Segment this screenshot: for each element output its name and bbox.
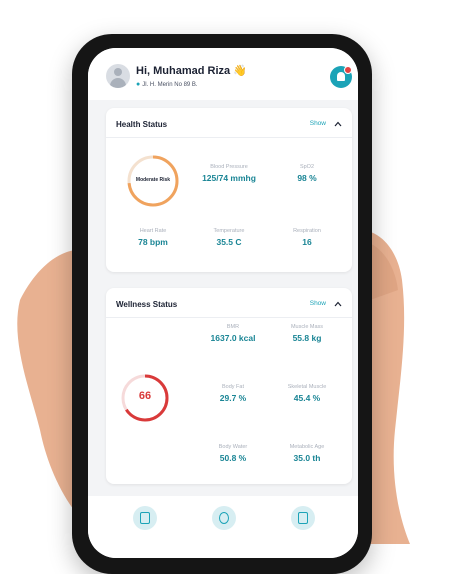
notification-bell-icon[interactable] <box>330 66 352 88</box>
chevron-up-icon[interactable] <box>334 300 342 308</box>
doctor-icon[interactable] <box>212 506 236 530</box>
metric-value: 55.8 kg <box>292 333 322 343</box>
wellness-status-card: Wellness Status Show 66 BMR 1637.0 kcal … <box>106 288 352 484</box>
metric-body-fat: Body Fat 29.7 % <box>198 384 268 403</box>
notification-badge <box>344 66 352 74</box>
wellness-score: 66 <box>138 390 152 402</box>
metric-value: 45.4 % <box>293 393 321 403</box>
metric-label: Skeletal Muscle <box>287 384 327 390</box>
doctor-glyph <box>219 512 229 524</box>
metric-value: 16 <box>302 237 312 247</box>
metric-muscle-mass: Muscle Mass 55.8 kg <box>272 324 342 343</box>
address-text: Jl. H. Merin No 89 B. <box>142 82 198 88</box>
metric-label: Blood Pressure <box>210 164 248 170</box>
metric-heart-rate: Heart Rate 78 bpm <box>118 228 188 247</box>
metric-spo2: SpO2 98 % <box>272 164 342 183</box>
bottom-navigation <box>88 496 358 558</box>
report-glyph <box>140 512 150 524</box>
metric-body-water: Body Water 50.8 % <box>198 444 268 463</box>
chevron-up-icon[interactable] <box>334 120 342 128</box>
metric-skeletal-muscle: Skeletal Muscle 45.4 % <box>272 384 342 403</box>
app-screen: Hi, Muhamad Riza 👋 ● Jl. H. Merin No 89 B.… <box>88 48 358 558</box>
avatar-body <box>110 78 126 88</box>
health-status-card: Health Status Show Moderate Risk Blood P… <box>106 108 352 272</box>
wellness-show-toggle[interactable]: Show <box>310 300 326 307</box>
metric-label: Heart Rate <box>139 228 167 234</box>
greeting-text: Hi, Muhamad Riza 👋 <box>136 64 247 77</box>
metric-label: BMR <box>226 324 240 330</box>
greeting-label: Hi, Muhamad Riza <box>136 65 231 77</box>
risk-label: Moderate Risk <box>135 177 171 183</box>
report-icon[interactable] <box>133 506 157 530</box>
metric-respiration: Respiration 16 <box>272 228 342 247</box>
file-glyph <box>298 512 308 524</box>
metric-label: Respiration <box>293 228 321 234</box>
metric-value: 98 % <box>297 173 317 183</box>
address: ● Jl. H. Merin No 89 B. <box>136 81 198 88</box>
location-pin-icon: ● <box>136 81 141 88</box>
metric-value: 125/74 mmhg <box>202 173 256 183</box>
bell-glyph <box>337 72 345 81</box>
avatar-head <box>114 68 122 76</box>
metric-value: 78 bpm <box>138 237 168 247</box>
health-show-toggle[interactable]: Show <box>310 120 326 127</box>
metric-blood-pressure: Blood Pressure 125/74 mmhg <box>194 164 264 183</box>
metric-label: Metabolic Age <box>289 444 325 450</box>
metric-bmr: BMR 1637.0 kcal <box>198 324 268 343</box>
divider <box>106 317 352 318</box>
health-status-title: Health Status <box>116 120 168 129</box>
wave-icon: 👋 <box>233 65 247 77</box>
avatar[interactable] <box>106 64 130 88</box>
metric-value: 29.7 % <box>219 393 247 403</box>
metric-metabolic-age: Metabolic Age 35.0 th <box>272 444 342 463</box>
metric-value: 50.8 % <box>219 453 247 463</box>
metric-label: SpO2 <box>299 164 315 170</box>
file-icon[interactable] <box>291 506 315 530</box>
metric-label: Body Water <box>218 444 248 450</box>
wellness-status-title: Wellness Status <box>116 300 178 309</box>
metric-temperature: Temperature 35.5 C <box>194 228 264 247</box>
metric-label: Temperature <box>213 228 245 234</box>
metric-value: 35.0 th <box>293 453 321 463</box>
metric-value: 1637.0 kcal <box>210 333 256 343</box>
app-header: Hi, Muhamad Riza 👋 ● Jl. H. Merin No 89 B. <box>88 48 358 100</box>
divider <box>106 137 352 138</box>
metric-label: Muscle Mass <box>290 324 324 330</box>
metric-value: 35.5 C <box>216 237 242 247</box>
metric-label: Body Fat <box>221 384 244 390</box>
